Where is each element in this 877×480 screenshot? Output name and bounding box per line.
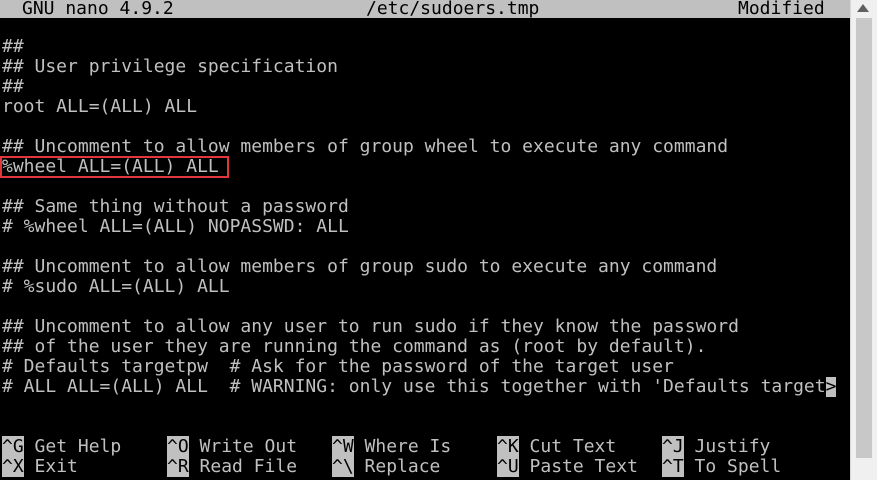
shortcut-label: Paste Text [529,456,638,477]
shortcut-key: ^J [662,436,684,457]
editor-line-last: # ALL ALL=(ALL) ALL # WARNING: only use … [2,377,850,397]
shortcut-label: Exit [34,456,78,477]
shortcut-key: ^U [497,456,519,477]
file-name: /etc/sudoers.tmp [366,0,540,19]
shortcut-key: ^O [167,436,189,457]
editor-line: ## Uncomment to allow any user to run su… [2,317,739,337]
editor-line: # %sudo ALL=(ALL) ALL [2,277,230,297]
editor-line: ## Same thing without a password [2,197,349,217]
shortcut-exit[interactable]: ^X Exit [2,456,78,477]
shortcut-key: ^R [167,456,189,477]
shortcut-label: Where Is [364,436,452,457]
modified-status: Modified [738,0,825,19]
editor-line: ## Uncomment to allow members of group w… [2,137,729,157]
shortcut-key: ^G [2,436,24,457]
highlight-annotation-box [0,156,229,178]
editor-line: ## Uncomment to allow members of group s… [2,257,718,277]
line-overflow-marker: > [825,377,837,397]
editor-line: # Defaults targetpw # Ask for the passwo… [2,357,674,377]
shortcut-label: To Spell [694,456,782,477]
editor-line: ## [2,77,24,97]
shortcut-get-help[interactable]: ^G Get Help [2,436,122,457]
shortcut-paste-text[interactable]: ^U Paste Text [497,456,638,477]
shortcut-label: Get Help [34,436,122,457]
editor-line: root ALL=(ALL) ALL [2,97,198,117]
shortcut-bar: ^G Get Help ^O Write Out ^W Where Is ^K … [0,436,850,477]
shortcut-where-is[interactable]: ^W Where Is [332,436,452,457]
shortcut-cut-text[interactable]: ^K Cut Text [497,436,617,457]
editor-line: ## [2,37,24,57]
shortcut-row-2: ^X Exit ^R Read File ^\ Replace ^U Paste… [0,456,850,477]
shortcut-key: ^\ [332,456,354,477]
shortcut-replace[interactable]: ^\ Replace [332,456,441,477]
editor-line: ## of the user they are running the comm… [2,337,707,357]
shortcut-label: Read File [199,456,298,477]
shortcut-label: Write Out [199,436,298,457]
title-bar: GNU nano 4.9.2 /etc/sudoers.tmp Modified [0,0,850,18]
editor-line: ## User privilege specification [2,57,338,77]
shortcut-key: ^T [662,456,684,477]
scrollbar-thumb[interactable] [856,18,872,458]
shortcut-label: Cut Text [529,436,617,457]
shortcut-justify[interactable]: ^J Justify [662,436,771,457]
shortcut-to-spell[interactable]: ^T To Spell [662,456,782,477]
shortcut-row-1: ^G Get Help ^O Write Out ^W Where Is ^K … [0,436,850,457]
editor-line: # %wheel ALL=(ALL) NOPASSWD: ALL [2,217,349,237]
app-name: GNU nano 4.9.2 [22,0,174,19]
shortcut-read-file[interactable]: ^R Read File [167,456,298,477]
shortcut-key: ^X [2,456,24,477]
scroll-up-arrow-icon[interactable] [857,4,869,12]
shortcut-write-out[interactable]: ^O Write Out [167,436,298,457]
shortcut-key: ^W [332,436,354,457]
shortcut-label: Justify [694,436,771,457]
shortcut-label: Replace [364,456,441,477]
vertical-scrollbar[interactable] [850,0,877,480]
shortcut-key: ^K [497,436,519,457]
editor-text-area[interactable]: ## ## User privilege specification ## ro… [2,37,850,397]
editor-line-text: # ALL ALL=(ALL) ALL # WARNING: only use … [2,377,826,397]
